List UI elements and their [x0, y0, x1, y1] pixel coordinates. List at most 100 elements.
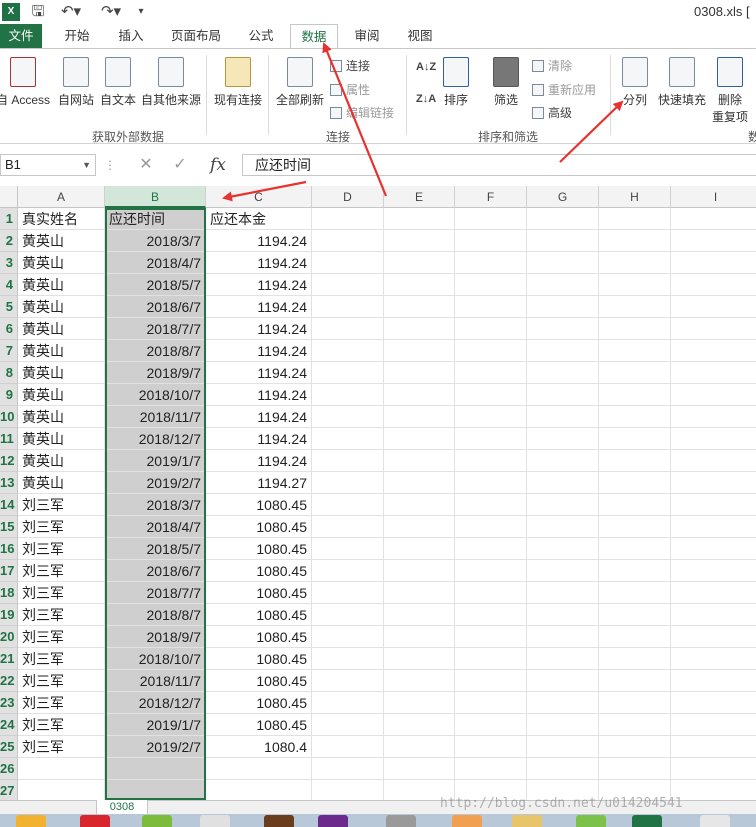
row-header[interactable]: 22 [0, 670, 18, 692]
cell-g[interactable] [527, 296, 599, 318]
cell-a[interactable]: 黄英山 [18, 450, 105, 472]
cell-d[interactable] [312, 538, 384, 560]
cell-i[interactable] [671, 450, 756, 472]
cell-g[interactable] [527, 670, 599, 692]
edit-links-button[interactable]: 编辑链接 [330, 104, 394, 121]
cell-f[interactable] [455, 296, 527, 318]
cell-h[interactable] [599, 318, 671, 340]
cell-e[interactable] [384, 538, 455, 560]
cell-d[interactable] [312, 340, 384, 362]
cell-d[interactable] [312, 758, 384, 780]
cell-b[interactable]: 2018/5/7 [105, 538, 206, 560]
cell-b[interactable]: 2018/7/7 [105, 582, 206, 604]
cell-e[interactable] [384, 494, 455, 516]
cell-g[interactable] [527, 736, 599, 758]
cell-h[interactable] [599, 450, 671, 472]
cell-g[interactable] [527, 230, 599, 252]
cell-e[interactable] [384, 296, 455, 318]
row-header[interactable]: 21 [0, 648, 18, 670]
row-header[interactable]: 25 [0, 736, 18, 758]
cell-c[interactable]: 1080.45 [206, 648, 312, 670]
cell-c[interactable] [206, 758, 312, 780]
cell-e[interactable] [384, 758, 455, 780]
cell-f[interactable] [455, 494, 527, 516]
remove-duplicates-button[interactable]: 删除 重复项 [710, 57, 750, 125]
tab-formulas[interactable]: 公式 [238, 24, 284, 48]
cell-b[interactable]: 2018/12/7 [105, 428, 206, 450]
cell-b[interactable]: 应还时间 [105, 208, 206, 230]
cell-d[interactable] [312, 406, 384, 428]
row-header[interactable]: 2 [0, 230, 18, 252]
advanced-filter-button[interactable]: 高级 [532, 104, 572, 121]
cell-f[interactable] [455, 604, 527, 626]
cell-d[interactable] [312, 472, 384, 494]
cell-a[interactable]: 真实姓名 [18, 208, 105, 230]
cell-e[interactable] [384, 384, 455, 406]
cell-i[interactable] [671, 384, 756, 406]
cell-h[interactable] [599, 714, 671, 736]
cell-f[interactable] [455, 230, 527, 252]
properties-button[interactable]: 属性 [330, 81, 370, 98]
cell-g[interactable] [527, 692, 599, 714]
sheet-tab-0308[interactable]: 0308 [96, 800, 148, 815]
cell-i[interactable] [671, 340, 756, 362]
cell-g[interactable] [527, 274, 599, 296]
cell-d[interactable] [312, 384, 384, 406]
cell-c[interactable]: 1080.4 [206, 736, 312, 758]
cell-f[interactable] [455, 428, 527, 450]
cell-b[interactable]: 2018/12/7 [105, 692, 206, 714]
cell-a[interactable]: 黄英山 [18, 384, 105, 406]
cell-f[interactable] [455, 560, 527, 582]
cell-g[interactable] [527, 384, 599, 406]
cell-a[interactable]: 黄英山 [18, 362, 105, 384]
row-header[interactable]: 26 [0, 758, 18, 780]
cell-d[interactable] [312, 692, 384, 714]
cell-c[interactable]: 1080.45 [206, 494, 312, 516]
column-header-d[interactable]: D [312, 186, 384, 208]
from-other-sources-button[interactable]: 自其他来源 [140, 57, 202, 108]
cell-a[interactable]: 刘三军 [18, 538, 105, 560]
cell-h[interactable] [599, 736, 671, 758]
cell-a[interactable]: 刘三军 [18, 692, 105, 714]
opera-taskbar-icon[interactable] [80, 815, 110, 827]
cell-a[interactable] [18, 780, 105, 800]
refresh-all-button[interactable]: 全部刷新 [274, 57, 326, 108]
cell-d[interactable] [312, 670, 384, 692]
cell-b[interactable]: 2018/3/7 [105, 494, 206, 516]
cell-b[interactable]: 2018/6/7 [105, 296, 206, 318]
from-text-button[interactable]: 自文本 [98, 57, 138, 108]
folder-taskbar-icon[interactable] [512, 815, 542, 827]
cell-f[interactable] [455, 758, 527, 780]
cell-a[interactable]: 黄英山 [18, 472, 105, 494]
cell-h[interactable] [599, 472, 671, 494]
row-header[interactable]: 13 [0, 472, 18, 494]
row-header[interactable]: 18 [0, 582, 18, 604]
cell-b[interactable]: 2018/8/7 [105, 340, 206, 362]
cell-h[interactable] [599, 692, 671, 714]
column-header-c[interactable]: C [206, 186, 312, 208]
cell-g[interactable] [527, 318, 599, 340]
cell-e[interactable] [384, 670, 455, 692]
cell-e[interactable] [384, 208, 455, 230]
cell-g[interactable] [527, 450, 599, 472]
cell-b[interactable]: 2018/3/7 [105, 230, 206, 252]
cell-f[interactable] [455, 538, 527, 560]
cell-e[interactable] [384, 516, 455, 538]
row-header[interactable]: 3 [0, 252, 18, 274]
column-header-b[interactable]: B [105, 186, 206, 208]
cell-b[interactable]: 2018/11/7 [105, 670, 206, 692]
cell-i[interactable] [671, 296, 756, 318]
cell-f[interactable] [455, 516, 527, 538]
cell-h[interactable] [599, 538, 671, 560]
column-header-h[interactable]: H [599, 186, 671, 208]
cell-d[interactable] [312, 274, 384, 296]
save-icon[interactable]: 🖫 [28, 2, 48, 22]
cell-d[interactable] [312, 604, 384, 626]
cell-i[interactable] [671, 758, 756, 780]
cell-e[interactable] [384, 406, 455, 428]
cell-c[interactable] [206, 780, 312, 800]
cell-f[interactable] [455, 472, 527, 494]
cell-f[interactable] [455, 692, 527, 714]
row-header[interactable]: 15 [0, 516, 18, 538]
cell-i[interactable] [671, 780, 756, 800]
